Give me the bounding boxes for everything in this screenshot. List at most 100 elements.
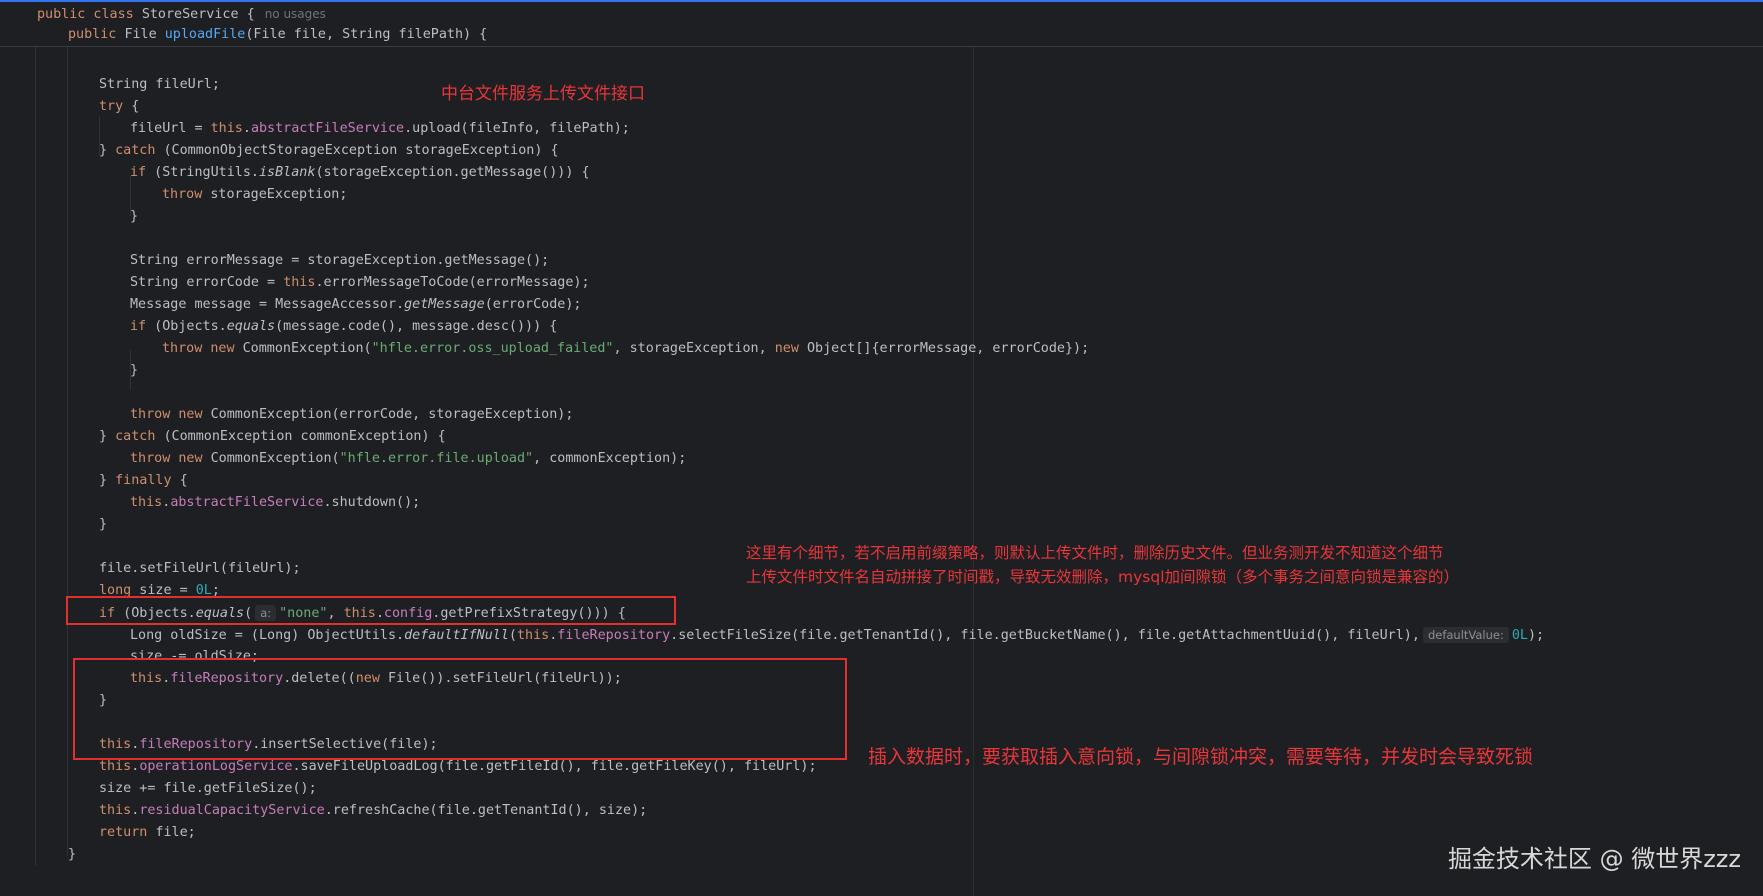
code-text: , storageException,	[613, 341, 775, 356]
annotation-note-line: 上传文件时文件名自动拼接了时间戳，导致无效删除，mysql加间隙锁（多个事务之间…	[746, 568, 1459, 586]
code-text: .shutdown();	[323, 495, 421, 510]
code-line: } catch (CommonException commonException…	[99, 426, 446, 448]
code-text: (CommonException commonException) {	[155, 429, 446, 444]
code-text: .	[242, 121, 251, 136]
code-text: String errorCode =	[130, 275, 284, 290]
code-line: try {	[99, 96, 139, 118]
code-text: );	[1527, 628, 1545, 643]
code-line: Message message = MessageAccessor.getMes…	[130, 294, 581, 316]
code-line: } catch (CommonObjectStorageException st…	[99, 140, 559, 162]
field-ref: operationLogService	[139, 759, 293, 774]
code-line: String fileUrl;	[99, 77, 220, 92]
field-ref: abstractFileService	[170, 495, 324, 510]
code-line: throw storageException;	[162, 184, 347, 206]
static-method: getMessage	[404, 297, 485, 312]
method-params: (File file, String filePath) {	[245, 27, 488, 42]
keyword: this	[283, 275, 316, 290]
annotation-note-upload-api: 中台文件服务上传文件接口	[441, 84, 645, 104]
keyword: finally	[115, 473, 172, 488]
sticky-scroll-header: public class StoreService { no usages pub…	[0, 2, 1763, 47]
number-literal: 0L	[1511, 628, 1528, 643]
code-text: file;	[147, 825, 196, 840]
highlight-box-prefix-check	[66, 596, 676, 625]
code-text: {	[171, 473, 188, 488]
sticky-class-line[interactable]: public class StoreService { no usages	[37, 3, 326, 25]
annotation-note-prefix-strategy: 这里有个细节，若不启用前缀策略，则默认上传文件时，删除历史文件。但业务测开发不知…	[746, 541, 1459, 589]
code-line: } finally {	[99, 470, 188, 492]
keyword: this	[99, 803, 132, 818]
code-line: }	[130, 363, 139, 378]
highlight-box-delete-insert	[73, 658, 847, 760]
keyword: try	[99, 99, 124, 114]
code-text: .upload(fileInfo, filePath);	[404, 121, 630, 136]
field-ref: abstractFileService	[250, 121, 405, 136]
code-line: Long oldSize = (Long) ObjectUtils.defaul…	[130, 624, 1544, 646]
return-type: File	[124, 27, 165, 42]
code-text: (	[508, 628, 517, 643]
annotation-note-deadlock: 插入数据时，要获取插入意向锁，与间隙锁冲突，需要等待，并发时会导致死锁	[868, 746, 1534, 768]
code-text: , commonException);	[533, 451, 687, 466]
parameter-hint: defaultValue:	[1422, 627, 1509, 643]
code-text: CommonException(errorCode, storageExcept…	[202, 407, 574, 422]
code-line: file.setFileUrl(fileUrl);	[99, 561, 301, 576]
method-name: uploadFile	[164, 27, 246, 42]
code-line: this.abstractFileService.shutdown();	[130, 492, 420, 514]
keyword: new	[774, 341, 799, 356]
keyword: catch	[115, 429, 156, 444]
code-text: .selectFileSize(file.getTenantId(), file…	[670, 628, 1420, 643]
code-line: }	[130, 209, 139, 224]
brace: {	[238, 7, 255, 22]
code-text: (Objects.	[146, 319, 227, 334]
code-text: CommonException(	[234, 341, 372, 356]
code-line: size += file.getFileSize();	[99, 781, 317, 796]
keyword: throw new	[130, 407, 203, 422]
keyword: if	[130, 165, 147, 180]
class-name: StoreService	[141, 7, 239, 22]
sticky-method-line[interactable]: public File uploadFile(File file, String…	[68, 24, 487, 46]
keyword: this	[130, 495, 163, 510]
keyword: if	[130, 319, 147, 334]
code-line: String errorMessage = storageException.g…	[130, 253, 550, 268]
code-line: String errorCode = this.errorMessageToCo…	[130, 272, 590, 294]
code-text: {	[123, 99, 140, 114]
field-ref: fileRepository	[557, 628, 671, 643]
code-text: (CommonObjectStorageException storageExc…	[155, 143, 559, 158]
code-line: fileUrl = this.abstractFileService.uploa…	[130, 118, 630, 140]
annotation-note-line: 这里有个细节，若不启用前缀策略，则默认上传文件时，删除历史文件。但业务测开发不知…	[746, 544, 1444, 562]
code-text: (StringUtils.	[146, 165, 259, 180]
code-text: CommonException(	[202, 451, 340, 466]
code-line: }	[99, 517, 108, 532]
watermark: 掘金技术社区 @ 微世界zzz	[1447, 845, 1741, 873]
string-literal: "hfle.error.oss_upload_failed"	[371, 341, 614, 356]
code-text: }	[99, 473, 116, 488]
keyword: this	[99, 759, 132, 774]
code-text: (errorCode);	[484, 297, 582, 312]
code-line: throw new CommonException(errorCode, sto…	[130, 404, 573, 426]
keyword: catch	[115, 143, 156, 158]
indent-guide	[35, 46, 36, 866]
keyword: throw	[162, 187, 203, 202]
keyword: this	[210, 121, 243, 136]
method-modifier: public	[68, 27, 125, 42]
code-line: throw new CommonException("hfle.error.fi…	[130, 448, 686, 470]
keyword: this	[516, 628, 550, 643]
keyword: throw new	[130, 451, 203, 466]
code-text: .refreshCache(file.getTenantId(), size);	[324, 803, 648, 818]
code-text: Object[]{errorMessage, errorCode});	[798, 341, 1090, 356]
code-line: throw new CommonException("hfle.error.os…	[162, 338, 1089, 360]
code-text: Message message = MessageAccessor.	[130, 297, 405, 312]
code-text: storageException;	[202, 187, 348, 202]
code-line: File	[99, 46, 131, 55]
static-method: equals	[226, 319, 276, 334]
code-text: }	[99, 429, 116, 444]
usages-hint[interactable]: no usages	[265, 7, 326, 21]
code-line: }	[68, 847, 77, 862]
indent-guide	[67, 46, 68, 856]
class-keyword: public class	[37, 7, 142, 22]
code-text: .errorMessageToCode(errorMessage);	[315, 275, 590, 290]
field-ref: residualCapacityService	[139, 803, 325, 818]
code-line: if (Objects.equals(message.code(), messa…	[130, 316, 557, 338]
code-text: (storageException.getMessage())) {	[315, 165, 590, 180]
code-text: }	[99, 143, 116, 158]
string-literal: "hfle.error.file.upload"	[339, 451, 534, 466]
